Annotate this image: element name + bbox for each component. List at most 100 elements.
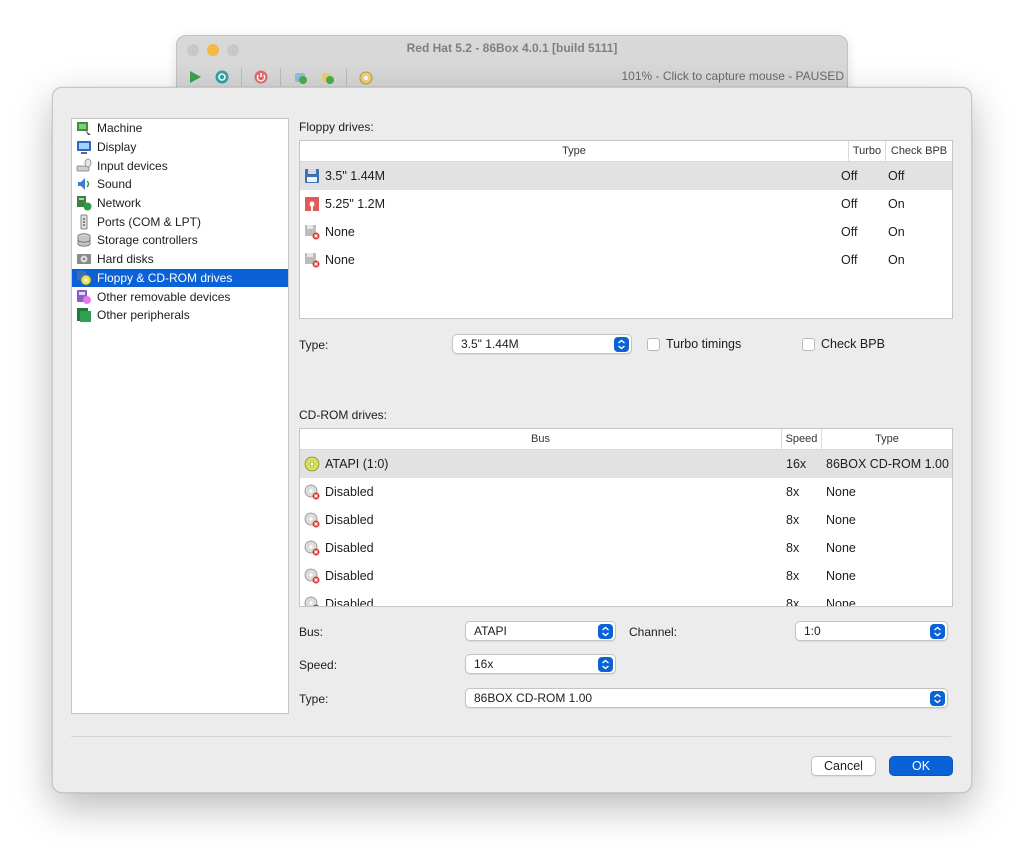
floppy-turbo-value: Off — [841, 197, 858, 211]
floppy-525-icon — [304, 196, 320, 212]
emulator-toolbar — [185, 66, 376, 88]
sidebar-item-hard-disks[interactable]: Hard disks — [72, 250, 288, 269]
column-header-type[interactable]: Type — [300, 141, 849, 161]
display-icon — [76, 139, 92, 155]
floppy-type-selected: 3.5" 1.44M — [461, 337, 519, 351]
reset-icon[interactable] — [212, 67, 232, 87]
floppy-check-bpb-value: On — [888, 253, 905, 267]
hard-disk-icon — [76, 251, 92, 267]
turbo-timings-checkbox[interactable]: Turbo timings — [647, 337, 741, 351]
cdrom-icon — [304, 456, 320, 472]
sidebar-item-input-devices[interactable]: Input devices — [72, 156, 288, 175]
cdrom-speed-value: 8x — [786, 541, 800, 555]
sidebar-item-machine[interactable]: Machine — [72, 119, 288, 138]
chevron-updown-icon — [930, 691, 945, 706]
cdrom-speed-label: Speed: — [299, 658, 338, 672]
cdrom-row[interactable]: ATAPI (1:0) 16x 86BOX CD-ROM 1.00 — [300, 450, 952, 478]
floppy-check-bpb-value: On — [888, 225, 905, 239]
settings-category-list: Machine Display Input devices Sound Netw… — [71, 118, 289, 714]
removable-icon — [76, 289, 92, 305]
ok-button[interactable]: OK — [889, 756, 953, 776]
column-header-cdrom-type[interactable]: Type — [822, 429, 952, 449]
cdrom-speed-value: 8x — [786, 513, 800, 527]
floppy-row[interactable]: 3.5" 1.44M Off Off — [300, 162, 952, 190]
cdrom-speed-select[interactable]: 16x — [465, 654, 616, 674]
cdrom-channel-label: Channel: — [629, 625, 678, 639]
sidebar-item-floppy-cdrom[interactable]: Floppy & CD-ROM drives — [72, 268, 288, 288]
sidebar-item-network[interactable]: Network — [72, 194, 288, 213]
cdrom-row[interactable]: Disabled 8x None — [300, 478, 952, 506]
sidebar-item-sound[interactable]: Sound — [72, 175, 288, 194]
sidebar-item-storage-controllers[interactable]: Storage controllers — [72, 231, 288, 250]
floppy-row[interactable]: None Off On — [300, 246, 952, 274]
cdrom-table-header: Bus Speed Type — [300, 429, 952, 450]
floppy-table-header: Type Turbo Check BPB — [300, 141, 952, 162]
cdrom-type-value: None — [826, 541, 856, 555]
checkbox-box[interactable] — [802, 337, 815, 351]
column-header-turbo[interactable]: Turbo — [849, 141, 886, 161]
machine-icon — [76, 120, 92, 136]
cdrom-type-label: Type: — [299, 692, 329, 706]
floppy-none-icon — [304, 224, 320, 240]
floppy-type-value: None — [325, 225, 355, 239]
sidebar-item-label: Other removable devices — [97, 289, 231, 304]
cdrom-bus-select[interactable]: ATAPI — [465, 621, 616, 641]
toolbar-separator — [346, 68, 347, 86]
cdrom-speed-selected: 16x — [474, 657, 494, 671]
checkbox-box[interactable] — [647, 337, 660, 351]
cdrom-type-value: None — [826, 597, 856, 607]
sidebar-item-label: Network — [97, 196, 142, 211]
settings-icon[interactable] — [356, 67, 376, 87]
cancel-button[interactable]: Cancel — [811, 756, 876, 776]
emulator-status-text: 101% - Click to capture mouse - PAUSED — [621, 69, 844, 83]
column-header-check-bpb[interactable]: Check BPB — [886, 141, 952, 161]
sidebar-item-label: Ports (COM & LPT) — [97, 214, 202, 229]
sidebar-item-label: Hard disks — [97, 252, 154, 267]
cdrom-bus-value: Disabled — [325, 569, 374, 583]
cdrom-speed-value: 16x — [786, 457, 807, 471]
column-header-speed[interactable]: Speed — [782, 429, 822, 449]
sidebar-item-other-peripherals[interactable]: Other peripherals — [72, 306, 288, 325]
floppy-35-icon — [304, 168, 320, 184]
chevron-updown-icon — [614, 337, 629, 352]
peripherals-icon — [76, 307, 92, 323]
cdrom-bus-value: Disabled — [325, 513, 374, 527]
sidebar-item-display[interactable]: Display — [72, 138, 288, 157]
ctrl-alt-esc-icon[interactable] — [317, 67, 337, 87]
floppy-row[interactable]: None Off On — [300, 218, 952, 246]
sidebar-item-label: Other peripherals — [97, 308, 190, 323]
cdrom-type-value: 86BOX CD-ROM 1.00 — [826, 457, 949, 471]
floppy-drives-table: Type Turbo Check BPB 3.5" 1.44M Off Off … — [299, 140, 953, 319]
cdrom-bus-value: Disabled — [325, 485, 374, 499]
floppy-type-value: 5.25" 1.2M — [325, 197, 386, 211]
cdrom-channel-select[interactable]: 1:0 — [795, 621, 948, 641]
ctrl-alt-del-icon[interactable] — [290, 67, 310, 87]
floppy-row[interactable]: 5.25" 1.2M Off On — [300, 190, 952, 218]
chevron-updown-icon — [930, 624, 945, 639]
cdrom-row[interactable]: Disabled 8x None — [300, 590, 952, 607]
emulator-window-title: Red Hat 5.2 - 86Box 4.0.1 [build 5111] — [406, 41, 618, 55]
column-header-bus[interactable]: Bus — [300, 429, 782, 449]
sidebar-item-other-removable[interactable]: Other removable devices — [72, 287, 288, 306]
play-icon[interactable] — [185, 67, 205, 87]
check-bpb-checkbox[interactable]: Check BPB — [802, 337, 885, 351]
cdrom-channel-selected: 1:0 — [804, 624, 821, 638]
cdrom-row[interactable]: Disabled 8x None — [300, 534, 952, 562]
cdrom-type-select[interactable]: 86BOX CD-ROM 1.00 — [465, 688, 948, 708]
sidebar-item-label: Sound — [97, 177, 132, 192]
cdrom-bus-value: ATAPI (1:0) — [325, 457, 389, 471]
cdrom-disabled-icon — [304, 568, 320, 584]
cdrom-drives-label: CD-ROM drives: — [299, 408, 388, 422]
floppy-type-select[interactable]: 3.5" 1.44M — [452, 334, 632, 354]
cdrom-row[interactable]: Disabled 8x None — [300, 506, 952, 534]
cdrom-row[interactable]: Disabled 8x None — [300, 562, 952, 590]
sidebar-item-label: Machine — [97, 121, 143, 136]
input-devices-icon — [76, 158, 92, 174]
power-icon[interactable] — [251, 67, 271, 87]
sidebar-item-ports[interactable]: Ports (COM & LPT) — [72, 212, 288, 231]
cdrom-bus-value: Disabled — [325, 597, 374, 607]
cdrom-type-value: None — [826, 569, 856, 583]
floppy-type-value: None — [325, 253, 355, 267]
check-bpb-label: Check BPB — [821, 337, 885, 351]
chevron-updown-icon — [598, 657, 613, 672]
